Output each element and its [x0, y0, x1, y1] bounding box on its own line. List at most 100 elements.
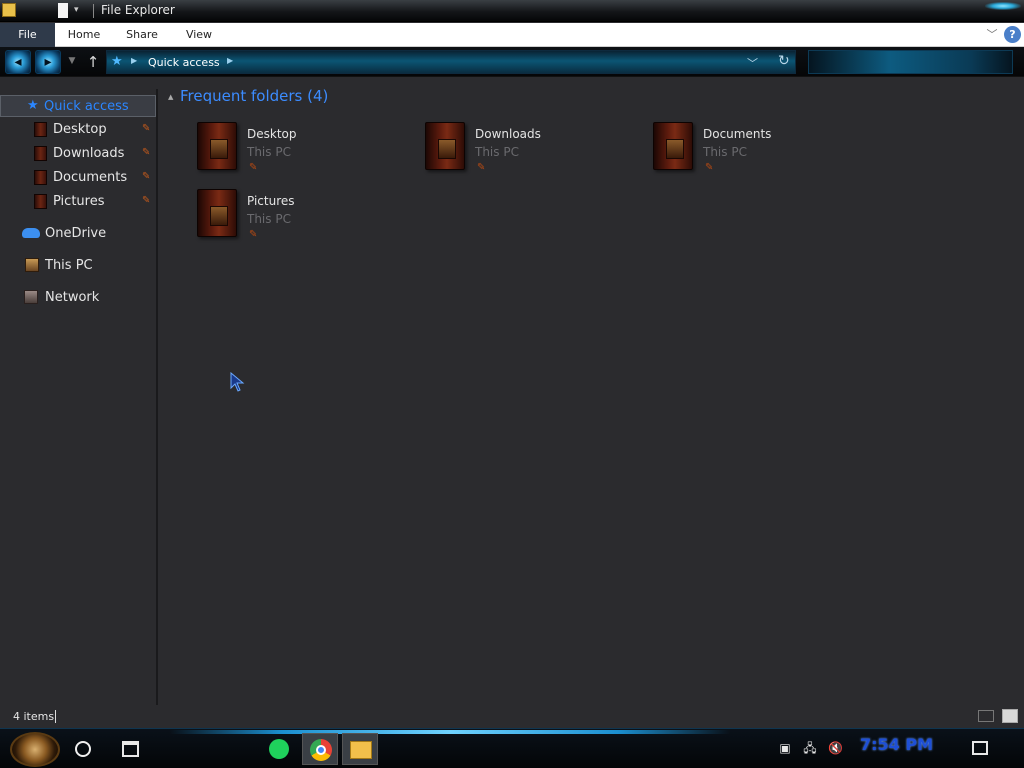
group-header-label: Frequent folders (4)	[180, 87, 329, 105]
folder-location: This PC	[247, 145, 291, 159]
status-separator	[55, 710, 56, 723]
sidebar-item-label: Quick access	[44, 99, 129, 114]
folder-location: This PC	[475, 145, 519, 159]
taskbar-glow-decoration	[170, 730, 730, 734]
folder-tile-desktop[interactable]: Desktop This PC ✎	[197, 122, 397, 184]
pin-icon[interactable]: ✎	[142, 124, 152, 134]
file-explorer-taskbar-button[interactable]	[342, 733, 378, 765]
navigation-pane: ★ Quick access Desktop ✎ Downloads ✎ Doc…	[0, 89, 158, 705]
content-pane: ▲ Frequent folders (4) Desktop This PC ✎…	[160, 77, 1024, 705]
address-bar[interactable]: ★ ▶ Quick access ▶ ﹀ ↻	[106, 50, 796, 74]
up-arrow-icon[interactable]: ↑	[84, 52, 102, 72]
folder-name: Documents	[703, 127, 772, 141]
folder-tile-pictures[interactable]: Pictures This PC ✎	[197, 189, 397, 251]
sidebar-item-pictures[interactable]: Pictures ✎	[0, 191, 156, 213]
folder-icon	[34, 146, 47, 161]
sidebar-item-label: Desktop	[53, 122, 107, 137]
titlebar-glow-decoration	[985, 2, 1021, 10]
sidebar-item-label: Downloads	[53, 146, 125, 161]
tab-file[interactable]: File	[0, 23, 55, 47]
tray-app-icon[interactable]: ▣	[778, 741, 792, 755]
expand-ribbon-chevron-icon[interactable]: ﹀	[984, 27, 1000, 43]
network-icon	[24, 290, 38, 304]
sidebar-item-label: Pictures	[53, 194, 105, 209]
star-icon: ★	[111, 54, 123, 69]
network-icon[interactable]: 🖧	[803, 741, 817, 755]
sidebar-item-label: Network	[45, 290, 100, 305]
spotify-taskbar-button[interactable]	[261, 733, 297, 765]
navigation-bar: ◂ ▸ ▼ ↑ ★ ▶ Quick access ▶ ﹀ ↻	[0, 47, 1024, 77]
computer-icon	[25, 258, 39, 272]
address-dropdown-icon[interactable]: ﹀	[747, 55, 758, 71]
sidebar-item-label: OneDrive	[45, 226, 107, 241]
pin-icon[interactable]: ✎	[142, 172, 152, 182]
folder-icon	[34, 170, 47, 185]
item-count: 4 items	[13, 710, 55, 723]
folder-tile-documents[interactable]: Documents This PC ✎	[653, 122, 853, 184]
breadcrumb-chevron-icon[interactable]: ▶	[227, 56, 233, 65]
volume-muted-icon[interactable]: 🔇	[828, 741, 843, 755]
status-bar: 4 items	[0, 705, 1024, 728]
start-button[interactable]	[10, 732, 60, 767]
tab-view[interactable]: View	[176, 23, 222, 47]
breadcrumb-quick-access[interactable]: Quick access	[148, 56, 220, 69]
folder-location: This PC	[247, 212, 291, 226]
sidebar-item-label: Documents	[53, 170, 128, 185]
cortana-search-icon[interactable]	[75, 741, 91, 757]
collapse-caret-icon[interactable]: ▲	[168, 93, 173, 101]
large-icons-view-icon[interactable]	[1002, 709, 1018, 723]
pin-icon: ✎	[705, 162, 714, 173]
sidebar-item-downloads[interactable]: Downloads ✎	[0, 143, 156, 165]
notification-center-icon[interactable]	[972, 741, 988, 755]
folder-name: Downloads	[475, 127, 541, 141]
folder-icon	[653, 122, 693, 170]
pin-icon[interactable]: ✎	[142, 196, 152, 206]
sidebar-item-onedrive[interactable]: OneDrive	[0, 223, 156, 245]
recent-locations-dropdown-icon[interactable]: ▼	[66, 56, 78, 68]
cloud-icon	[22, 228, 40, 238]
quick-access-toolbar-dropdown-icon[interactable]: ▾	[74, 5, 86, 17]
sidebar-item-quick-access[interactable]: ★ Quick access	[0, 95, 156, 117]
pin-icon: ✎	[249, 162, 258, 173]
folder-name: Pictures	[247, 194, 295, 208]
task-view-icon[interactable]	[122, 741, 139, 757]
chrome-taskbar-button[interactable]	[302, 733, 338, 765]
clock[interactable]: 7:54 PM	[860, 735, 933, 754]
taskbar: ▣ 🖧 🔇 7:54 PM	[0, 728, 1024, 768]
forward-button[interactable]: ▸	[35, 50, 61, 74]
pin-icon: ✎	[477, 162, 486, 173]
new-document-icon[interactable]	[58, 3, 68, 18]
chrome-icon	[310, 739, 332, 761]
details-view-icon[interactable]	[978, 710, 994, 722]
sidebar-item-this-pc[interactable]: This PC	[0, 255, 156, 277]
folder-icon	[197, 189, 237, 237]
folder-location: This PC	[703, 145, 747, 159]
back-button[interactable]: ◂	[5, 50, 31, 74]
help-icon[interactable]: ?	[1004, 26, 1021, 43]
folder-icon	[425, 122, 465, 170]
folder-icon[interactable]	[2, 3, 16, 17]
sidebar-item-desktop[interactable]: Desktop ✎	[0, 119, 156, 141]
folder-tile-downloads[interactable]: Downloads This PC ✎	[425, 122, 625, 184]
pin-icon: ✎	[249, 229, 258, 240]
folder-icon	[34, 194, 47, 209]
refresh-icon[interactable]: ↻	[778, 53, 790, 69]
search-input[interactable]	[808, 50, 1013, 74]
folder-icon	[350, 741, 372, 759]
window-title: File Explorer	[101, 3, 175, 17]
mouse-cursor-icon	[230, 372, 245, 392]
star-icon: ★	[27, 98, 39, 113]
sidebar-item-network[interactable]: Network	[0, 287, 156, 309]
title-bar: ▾ File Explorer	[0, 0, 1024, 22]
breadcrumb-chevron-icon[interactable]: ▶	[131, 56, 137, 65]
pin-icon[interactable]: ✎	[142, 148, 152, 158]
spotify-icon	[269, 739, 289, 759]
sidebar-item-documents[interactable]: Documents ✎	[0, 167, 156, 189]
ribbon-tabs: File Home Share View ﹀ ?	[0, 23, 1024, 47]
sidebar-item-label: This PC	[45, 258, 93, 273]
tab-home[interactable]: Home	[60, 23, 108, 47]
folder-name: Desktop	[247, 127, 297, 141]
folder-icon	[197, 122, 237, 170]
title-separator	[93, 4, 94, 18]
tab-share[interactable]: Share	[118, 23, 166, 47]
